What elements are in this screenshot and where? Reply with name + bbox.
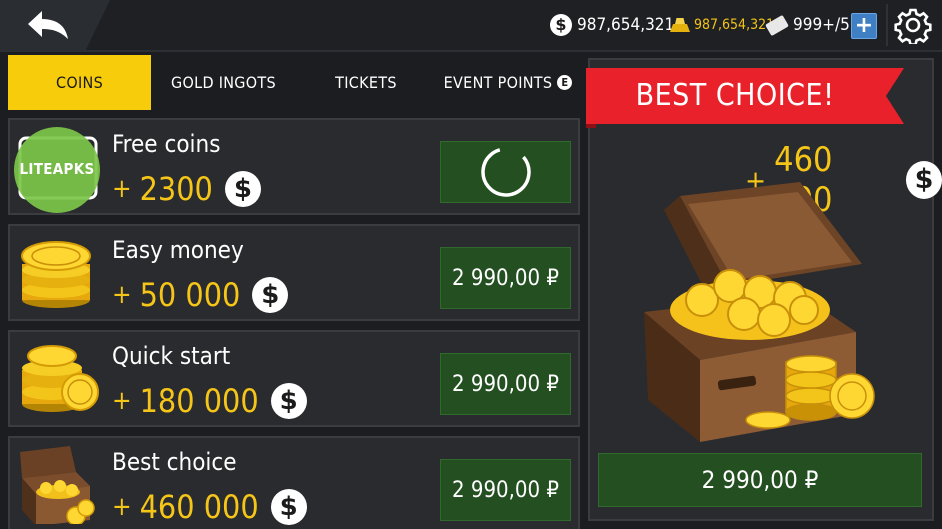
coin-icon: $ bbox=[270, 489, 307, 525]
tab-gold-ingots[interactable]: GOLD INGOTS bbox=[151, 55, 296, 110]
tab-tickets-label: TICKETS bbox=[335, 73, 397, 92]
tab-gold-ingots-label: GOLD INGOTS bbox=[171, 73, 276, 92]
shop-tabs: COINS GOLD INGOTS TICKETS EVENT POINTS E bbox=[8, 55, 580, 110]
coin-stack-icon bbox=[21, 241, 91, 308]
offer-title: Free coins bbox=[112, 130, 221, 158]
buy-best-choice-button[interactable]: 2 990,00 ₽ bbox=[598, 453, 922, 507]
settings-gear-icon[interactable] bbox=[894, 6, 932, 44]
offer-amount-value: 460 000 bbox=[139, 488, 259, 526]
gold-balance: 987,654,321 bbox=[670, 12, 774, 38]
gold-balance-value: 987,654,321 bbox=[694, 17, 775, 33]
offer-amount: + 460 000 $ bbox=[112, 488, 307, 526]
coin-icon: $ bbox=[252, 277, 289, 313]
coins-balance-value: 987,654,321 bbox=[577, 15, 675, 35]
watermark-logo: LITEAPKS bbox=[14, 127, 100, 213]
back-arrow-icon bbox=[28, 11, 68, 39]
offer-title: Best choice bbox=[112, 448, 237, 476]
offer-amount-value: 2300 bbox=[139, 170, 213, 208]
coins-balance: $ 987,654,321 bbox=[550, 12, 674, 38]
price-label: 2 990,00 ₽ bbox=[701, 466, 819, 494]
tab-event-points-label: EVENT POINTS bbox=[443, 73, 553, 92]
tab-tickets[interactable]: TICKETS bbox=[296, 55, 436, 110]
offer-row-easy-money: Easy money + 50 000 $ 2 990,00 ₽ bbox=[8, 224, 580, 321]
ticket-icon bbox=[765, 14, 789, 36]
buy-best-choice-row-button[interactable]: 2 990,00 ₽ bbox=[440, 459, 571, 521]
offer-title: Quick start bbox=[112, 342, 231, 370]
watermark-label: LITEAPKS bbox=[19, 160, 95, 178]
buy-easy-money-button[interactable]: 2 990,00 ₽ bbox=[440, 247, 571, 309]
best-choice-ribbon-label: BEST CHOICE! bbox=[635, 78, 835, 113]
loading-spinner-icon bbox=[480, 147, 531, 197]
coin-pile-icon bbox=[22, 345, 99, 412]
offer-amount-value: 50 000 bbox=[139, 276, 241, 314]
treasure-chest-icon bbox=[20, 446, 95, 524]
tickets-balance-value: 999+/5 bbox=[793, 15, 850, 35]
tab-coins-label: COINS bbox=[55, 73, 104, 92]
offer-amount: + 50 000 $ bbox=[112, 276, 289, 314]
offer-title: Easy money bbox=[112, 236, 244, 264]
price-label: 2 990,00 ₽ bbox=[452, 371, 559, 397]
topbar-divider bbox=[886, 4, 888, 46]
event-points-icon: E bbox=[557, 75, 573, 90]
offer-row-quick-start: Quick start + 180 000 $ 2 990,00 ₽ bbox=[8, 330, 580, 427]
offer-amount: + 2300 $ bbox=[112, 170, 261, 208]
gold-ingot-icon bbox=[670, 18, 690, 32]
tab-coins[interactable]: COINS bbox=[8, 55, 151, 110]
price-label: 2 990,00 ₽ bbox=[452, 477, 559, 503]
offer-row-best-choice: Best choice + 460 000 $ 2 990,00 ₽ bbox=[8, 436, 580, 529]
back-button[interactable] bbox=[0, 0, 110, 50]
offer-amount-value: 180 000 bbox=[139, 382, 259, 420]
add-currency-button[interactable]: + bbox=[851, 13, 877, 39]
buy-quick-start-button[interactable]: 2 990,00 ₽ bbox=[440, 353, 571, 415]
free-coins-button[interactable] bbox=[440, 141, 571, 203]
top-bar: $ 987,654,321 987,654,321 999+/5 + bbox=[0, 0, 942, 52]
coin-icon: $ bbox=[550, 14, 572, 36]
treasure-chest-icon bbox=[644, 182, 875, 442]
coin-icon: $ bbox=[270, 383, 307, 419]
offer-amount: + 180 000 $ bbox=[112, 382, 307, 420]
price-label: 2 990,00 ₽ bbox=[452, 265, 559, 291]
coin-icon: $ bbox=[905, 161, 942, 199]
tab-event-points[interactable]: EVENT POINTS E bbox=[436, 55, 580, 110]
coin-icon: $ bbox=[224, 171, 261, 207]
tickets-balance: 999+/5 bbox=[765, 12, 850, 38]
